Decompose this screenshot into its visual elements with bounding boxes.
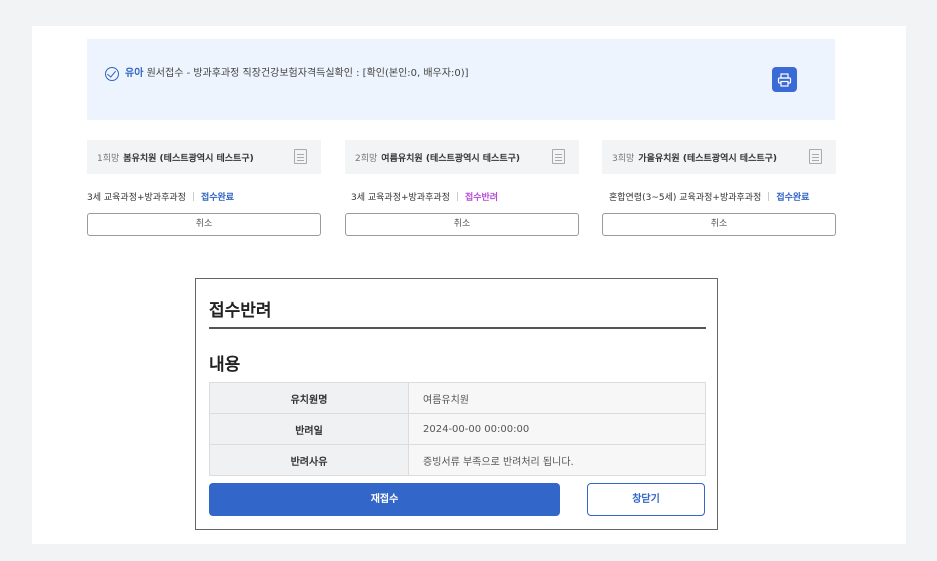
document-icon[interactable]: [809, 149, 822, 164]
choice-course-2: 3세 교육과정+방과후과정 접수반려: [351, 190, 498, 203]
kindergarten-name: 봄유치원 (테스트광역시 테스트구): [123, 154, 254, 164]
status-badge: 접수완료: [776, 193, 810, 203]
choice-card-2: 2희망 여름유치원 (테스트광역시 테스트구): [345, 140, 579, 174]
section-title: 내용: [209, 355, 241, 375]
cancel-button-3[interactable]: 취소: [602, 213, 836, 236]
notice-banner: 유아 원서접수 - 방과후과정 직장건강보험자격득실확인 : [확인(본인:0,…: [87, 39, 835, 120]
resubmit-button[interactable]: 재접수: [209, 483, 560, 516]
course-text: 3세 교육과정+방과후과정: [351, 193, 450, 203]
choice-card-1: 1희망 봄유치원 (테스트광역시 테스트구): [87, 140, 321, 174]
modal-title: 접수반려: [209, 301, 272, 321]
table-row: 유치원명 여름유치원: [209, 382, 706, 414]
table-row: 반려일 2024-00-00 00:00:00: [209, 413, 706, 445]
document-icon[interactable]: [552, 149, 565, 164]
choice-course-1: 3세 교육과정+방과후과정 접수완료: [87, 190, 234, 203]
detail-table: 유치원명 여름유치원 반려일 2024-00-00 00:00:00 반려사유 …: [209, 382, 706, 476]
notice-message: 원서접수 - 방과후과정 직장건강보험자격득실확인 : [확인(본인:0, 배우…: [146, 68, 469, 79]
cancel-button-2[interactable]: 취소: [345, 213, 579, 236]
kindergarten-name: 여름유치원 (테스트광역시 테스트구): [381, 154, 520, 164]
course-text: 혼합연령(3~5세) 교육과정+방과후과정: [609, 193, 762, 203]
row-label: 유치원명: [209, 382, 409, 414]
notice-text: 유아 원서접수 - 방과후과정 직장건강보험자격득실확인 : [확인(본인:0,…: [125, 67, 469, 81]
close-window-button[interactable]: 창닫기: [587, 483, 705, 516]
row-value: 2024-00-00 00:00:00: [408, 413, 706, 445]
choice-rank: 3희망: [612, 154, 635, 164]
document-icon[interactable]: [294, 149, 307, 164]
choice-course-3: 혼합연령(3~5세) 교육과정+방과후과정 접수완료: [609, 190, 809, 203]
choice-rank: 2희망: [355, 154, 378, 164]
row-value: 증빙서류 부족으로 반려처리 됩니다.: [408, 444, 706, 476]
table-row: 반려사유 증빙서류 부족으로 반려처리 됩니다.: [209, 444, 706, 476]
choice-card-3: 3희망 가을유치원 (테스트광역시 테스트구): [602, 140, 836, 174]
row-label: 반려일: [209, 413, 409, 445]
status-badge: 접수완료: [200, 193, 235, 203]
print-button[interactable]: [772, 67, 797, 92]
kindergarten-name: 가을유치원 (테스트광역시 테스트구): [638, 154, 777, 164]
printer-icon: [777, 72, 792, 87]
row-value: 여름유치원: [408, 382, 706, 414]
divider: [209, 327, 706, 329]
row-label: 반려사유: [209, 444, 409, 476]
status-badge: 접수반려: [464, 193, 499, 203]
check-circle-icon: [105, 67, 119, 81]
notice-highlight: 유아: [125, 68, 144, 79]
choice-rank: 1희망: [97, 154, 120, 164]
rejection-modal: 접수반려 내용 유치원명 여름유치원 반려일 2024-00-00 00:00:…: [195, 278, 718, 530]
cancel-button-1[interactable]: 취소: [87, 213, 321, 236]
course-text: 3세 교육과정+방과후과정: [87, 193, 186, 203]
